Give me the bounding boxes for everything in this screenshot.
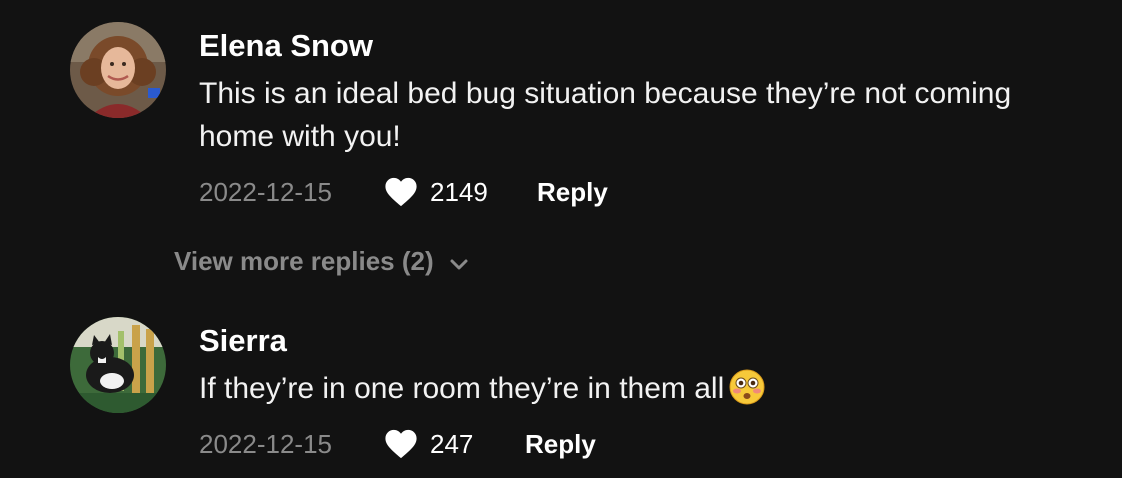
comment-text: If they’re in one room they’re in them a… (199, 372, 725, 405)
comment-meta: 2022-12-15 247 Reply (199, 424, 1079, 464)
comment-meta: 2022-12-15 2149 Reply (199, 172, 1079, 212)
comments-panel: Elena Snow This is an ideal bed bug situ… (0, 0, 1122, 478)
flushed-face-emoji-icon (729, 369, 765, 405)
heart-icon (385, 177, 417, 207)
like-button[interactable]: 2149 (384, 176, 537, 208)
comment-text-row: If they’re in one room they’re in them a… (199, 367, 1079, 410)
chevron-down-icon (450, 259, 468, 269)
like-count: 2149 (430, 176, 488, 207)
reply-button[interactable]: Reply (525, 429, 596, 460)
like-button[interactable]: 247 (384, 428, 525, 460)
avatar-woman-curly-hair-icon (70, 22, 166, 118)
avatar-cat-on-chair-icon (70, 317, 166, 413)
view-more-replies-button[interactable]: View more replies (2) (174, 246, 470, 277)
view-more-replies-label: View more replies (2) (174, 246, 434, 276)
like-count: 247 (430, 428, 474, 459)
comment-author[interactable]: Elena Snow (199, 24, 1079, 68)
avatar[interactable] (70, 317, 166, 413)
comment-date: 2022-12-15 (199, 176, 332, 207)
heart-icon (385, 429, 417, 459)
avatar[interactable] (70, 22, 166, 118)
comment-date: 2022-12-15 (199, 428, 332, 459)
comment-text: This is an ideal bed bug situation becau… (199, 77, 1012, 153)
comment-author[interactable]: Sierra (199, 319, 1079, 363)
reply-button[interactable]: Reply (537, 177, 608, 208)
